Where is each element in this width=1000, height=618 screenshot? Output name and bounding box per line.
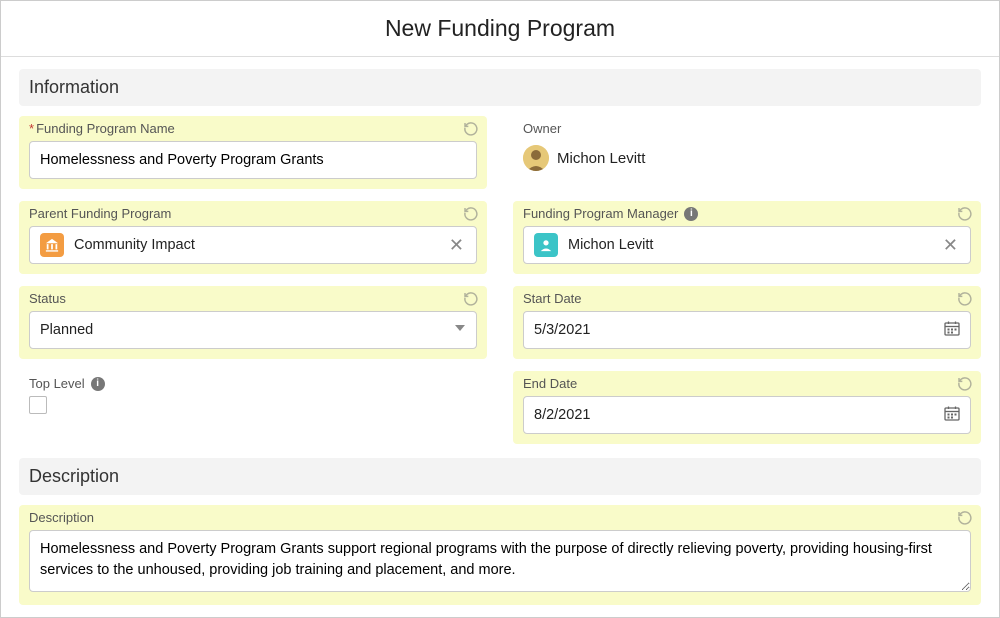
label-parent-funding-program: Parent Funding Program <box>29 206 477 221</box>
modal-header: New Funding Program <box>1 1 999 57</box>
modal-title: New Funding Program <box>1 15 999 42</box>
field-owner: Owner Michon Levitt <box>513 116 981 185</box>
avatar <box>523 145 549 171</box>
lookup-value: Community Impact <box>74 237 195 253</box>
section-information: Information <box>19 69 981 106</box>
field-parent-funding-program: Parent Funding Program Community Impact … <box>19 201 487 274</box>
date-value: 5/3/2021 <box>534 322 590 338</box>
calendar-icon[interactable] <box>944 320 960 340</box>
field-end-date: End Date 8/2/2021 <box>513 371 981 444</box>
info-icon[interactable]: i <box>684 207 698 221</box>
institution-icon <box>40 233 64 257</box>
clear-icon[interactable]: ✕ <box>941 235 960 256</box>
field-start-date: Start Date 5/3/2021 <box>513 286 981 359</box>
undo-icon[interactable] <box>957 291 973 307</box>
owner-name: Michon Levitt <box>557 150 645 167</box>
section-description: Description <box>19 458 981 495</box>
undo-icon[interactable] <box>463 206 479 222</box>
label-end-date: End Date <box>523 376 971 391</box>
undo-icon[interactable] <box>463 121 479 137</box>
label-owner: Owner <box>523 121 971 136</box>
undo-icon[interactable] <box>957 510 973 526</box>
label-top-level: Top Level i <box>29 376 477 391</box>
date-start-date[interactable]: 5/3/2021 <box>523 311 971 349</box>
date-end-date[interactable]: 8/2/2021 <box>523 396 971 434</box>
field-funding-program-manager: Funding Program Manager i Michon Levitt … <box>513 201 981 274</box>
label-status: Status <box>29 291 477 306</box>
textarea-description[interactable] <box>29 530 971 592</box>
owner-display: Michon Levitt <box>523 141 971 175</box>
field-funding-program-name: *Funding Program Name <box>19 116 487 189</box>
lookup-value: Michon Levitt <box>568 237 653 253</box>
field-status: Status Planned <box>19 286 487 359</box>
chevron-down-icon <box>454 322 466 338</box>
lookup-parent-funding-program[interactable]: Community Impact ✕ <box>29 226 477 264</box>
calendar-icon[interactable] <box>944 405 960 425</box>
form-content: Information *Funding Program Name Owner <box>1 57 999 613</box>
info-icon[interactable]: i <box>91 377 105 391</box>
undo-icon[interactable] <box>957 376 973 392</box>
label-funding-program-name: *Funding Program Name <box>29 121 477 136</box>
input-funding-program-name[interactable] <box>29 141 477 179</box>
label-start-date: Start Date <box>523 291 971 306</box>
undo-icon[interactable] <box>463 291 479 307</box>
select-value: Planned <box>40 322 93 338</box>
select-status[interactable]: Planned <box>29 311 477 349</box>
checkbox-top-level[interactable] <box>29 396 47 414</box>
field-description: Description <box>19 505 981 605</box>
label-description: Description <box>29 510 971 525</box>
field-top-level: Top Level i <box>19 371 487 424</box>
date-value: 8/2/2021 <box>534 407 590 423</box>
label-funding-program-manager: Funding Program Manager i <box>523 206 971 221</box>
clear-icon[interactable]: ✕ <box>447 235 466 256</box>
user-icon <box>534 233 558 257</box>
lookup-funding-program-manager[interactable]: Michon Levitt ✕ <box>523 226 971 264</box>
undo-icon[interactable] <box>957 206 973 222</box>
